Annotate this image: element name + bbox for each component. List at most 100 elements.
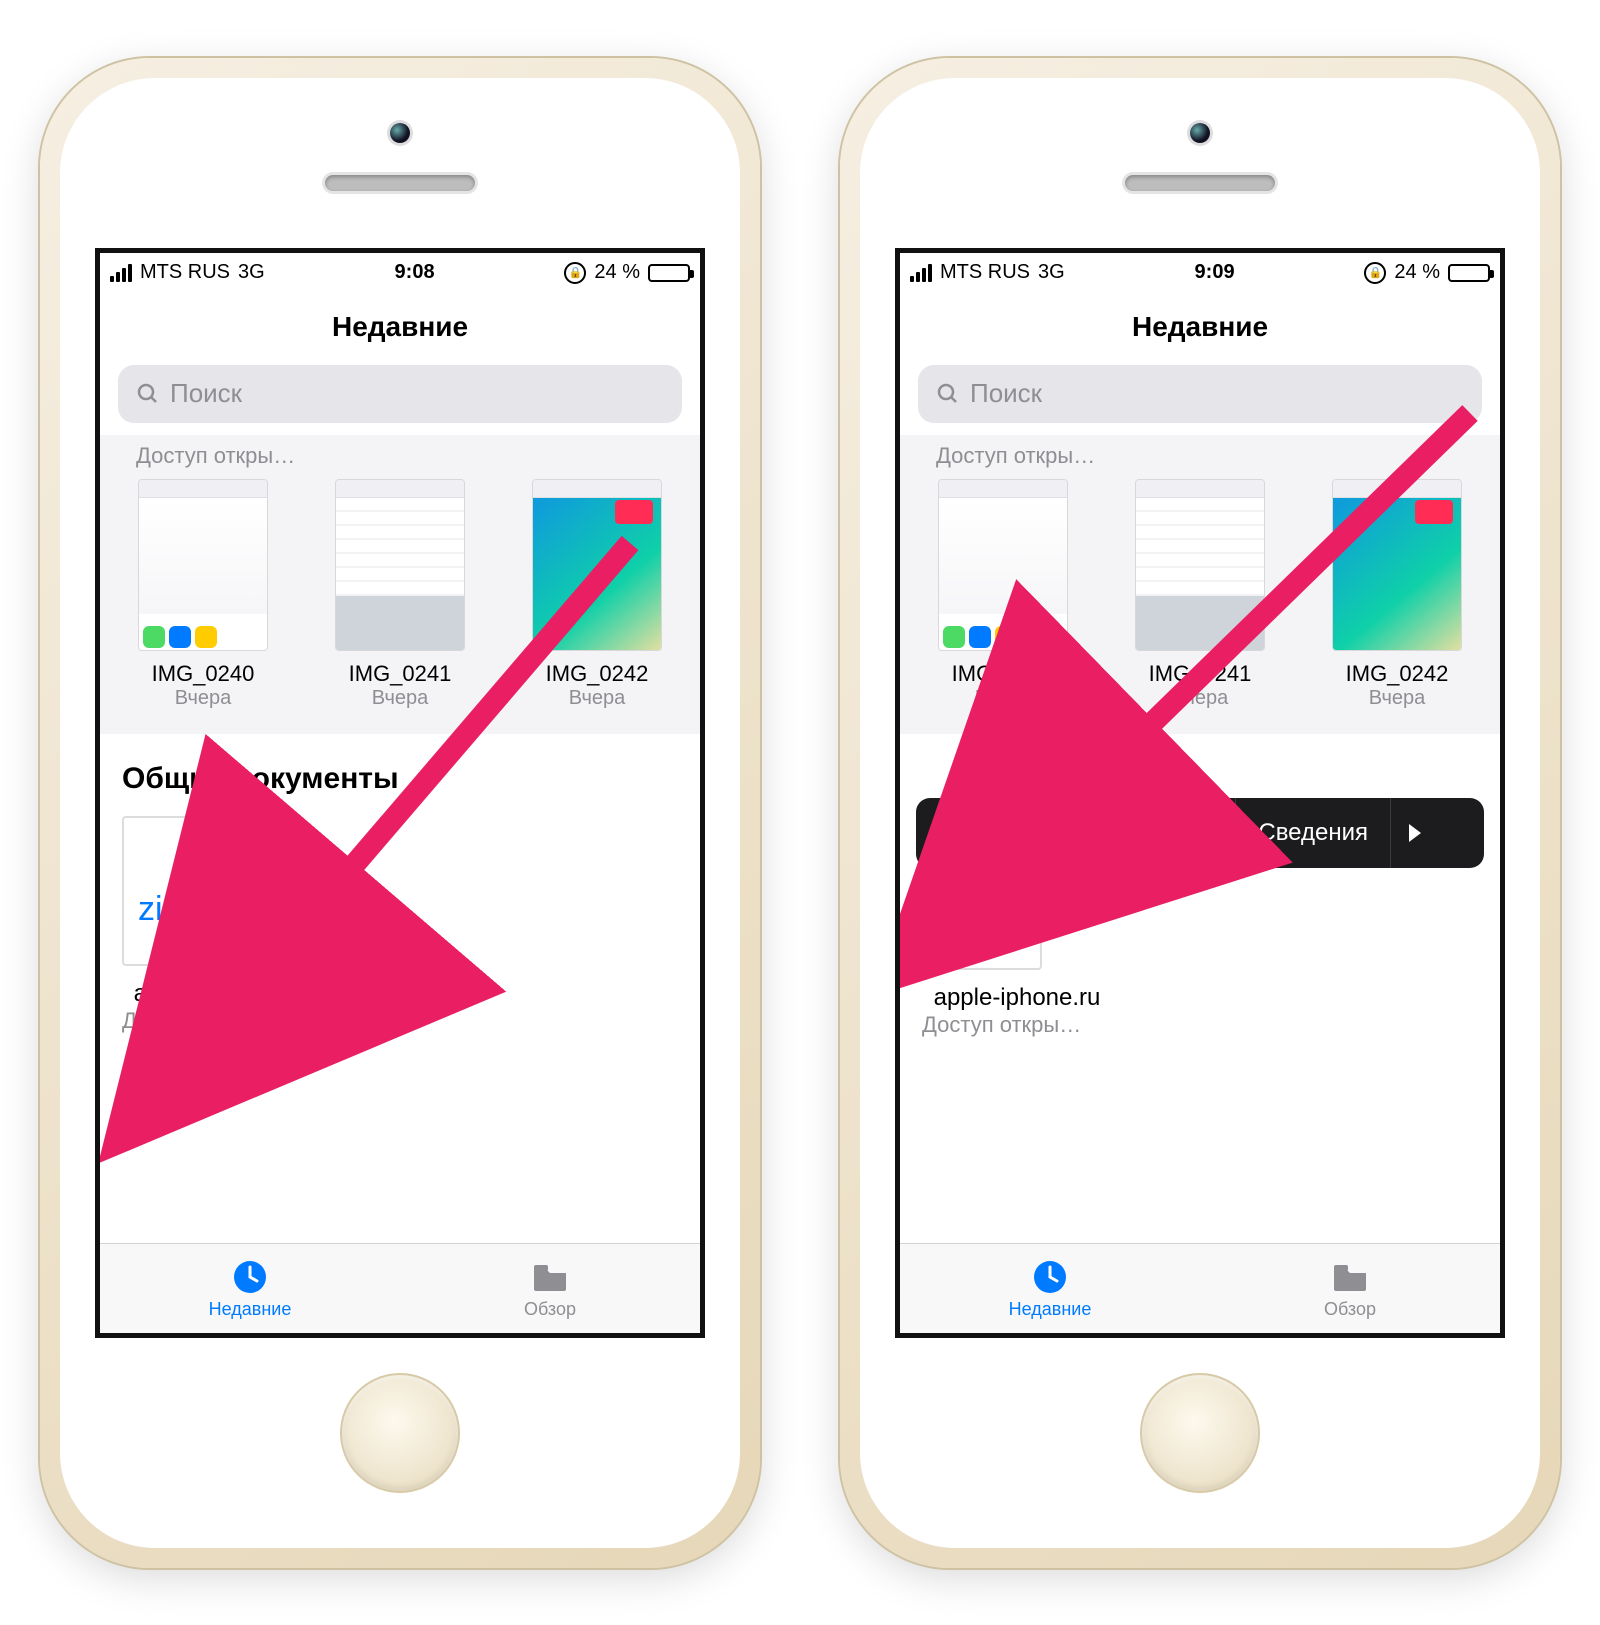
zip-file-name: apple-iphone.ru [922,984,1112,1013]
recent-row[interactable]: IMG_0240 Вчера IMG_0241 Вчера IMG_0242 В… [114,479,686,710]
ctx-info[interactable]: Сведения [1236,798,1391,868]
zip-file-subtext: Доступ откры… [122,1008,678,1034]
folder-icon [530,1257,570,1297]
ctx-next-arrow[interactable] [1391,798,1439,868]
network-label: 3G [1038,261,1065,284]
file-date: Вчера [311,687,489,710]
triangle-right-icon [1407,822,1423,844]
tab-recent[interactable]: Недавние [900,1244,1200,1333]
recent-item-0[interactable]: IMG_0240 Вчера [914,479,1092,710]
tab-browse-label: Обзор [524,1299,576,1320]
file-name: IMG_0242 [1308,661,1486,687]
carrier-label: MTS RUS [140,261,230,284]
thumbnail-icon [335,479,465,651]
search-input[interactable]: Поиск [918,365,1482,423]
file-name: IMG_0242 [508,661,686,687]
iphone-device-left: MTS RUS 3G 9:08 🔒 24 % Недавние Поиск До… [40,58,760,1568]
search-icon [936,382,960,406]
recent-strip: Доступ откры… IMG_0240 Вчера IMG_0241 Вч… [900,435,1500,734]
recent-item-2[interactable]: IMG_0242 Вчера [508,479,686,710]
bezel: MTS RUS 3G 9:09 🔒 24 % Недавние Поиск До… [860,78,1540,1548]
status-left: MTS RUS 3G [910,261,1065,284]
shared-row-label: Доступ откры… [114,441,686,479]
bezel: MTS RUS 3G 9:08 🔒 24 % Недавние Поиск До… [60,78,740,1548]
status-bar: MTS RUS 3G 9:09 🔒 24 % [900,253,1500,293]
ctx-tags[interactable]: Теги [1143,798,1237,868]
recent-row[interactable]: IMG_0240 Вчера IMG_0241 Вчера IMG_0242 В… [914,479,1486,710]
thumbnail-icon [138,479,268,651]
battery-percent: 24 % [1394,261,1440,284]
front-camera [390,123,410,143]
file-date: Вчера [114,687,292,710]
status-right: 🔒 24 % [564,261,690,284]
zip-file-subtext: Доступ откры… [922,1012,1478,1038]
recent-item-0[interactable]: IMG_0240 Вчера [114,479,292,710]
zip-badge: zip [938,894,981,933]
thumbnail-icon [532,479,662,651]
recent-item-1[interactable]: IMG_0241 Вчера [1111,479,1289,710]
file-date: Вчера [1111,687,1289,710]
recent-item-1[interactable]: IMG_0241 Вчера [311,479,489,710]
home-button[interactable] [1140,1373,1260,1493]
battery-percent: 24 % [594,261,640,284]
thumbnail-icon [1135,479,1265,651]
clock: 9:08 [395,261,435,284]
tab-browse[interactable]: Обзор [400,1244,700,1333]
device-top-hardware [60,78,740,248]
iphone-device-right: MTS RUS 3G 9:09 🔒 24 % Недавние Поиск До… [840,58,1560,1568]
file-name: IMG_0240 [914,661,1092,687]
rotation-lock-icon: 🔒 [1364,262,1386,284]
file-date: Вчера [1308,687,1486,710]
file-name: IMG_0241 [311,661,489,687]
search-icon [136,382,160,406]
clock-icon [1030,1257,1070,1297]
screen: MTS RUS 3G 9:09 🔒 24 % Недавние Поиск До… [895,248,1505,1338]
zip-file-item[interactable]: zip apple-iphone.ru [122,816,312,1009]
folder-icon [1330,1257,1370,1297]
carrier-label: MTS RUS [940,261,1030,284]
shared-docs-area: zip apple-iphone.ru Доступ откры… [100,816,700,1055]
section-shared-docs: Общие документы [100,734,700,816]
network-label: 3G [238,261,265,284]
thumbnail-icon [1332,479,1462,651]
search-input[interactable]: Поиск [118,365,682,423]
page-title: Недавние [100,293,700,365]
tab-recent-label: Недавние [209,1299,292,1320]
earpiece-speaker [1125,175,1275,191]
zip-file-icon: zip [122,816,242,966]
tab-recent[interactable]: Недавние [100,1244,400,1333]
tab-browse-label: Обзор [1324,1299,1376,1320]
tab-browse[interactable]: Обзор [1200,1244,1500,1333]
tab-recent-label: Недавние [1009,1299,1092,1320]
status-bar: MTS RUS 3G 9:08 🔒 24 % [100,253,700,293]
file-date: Вчера [914,687,1092,710]
recent-strip: Доступ откры… IMG_0240 Вчера IMG_0241 Вч… [100,435,700,734]
page-title: Недавние [900,293,1500,365]
clock: 9:09 [1195,261,1235,284]
screen: MTS RUS 3G 9:08 🔒 24 % Недавние Поиск До… [95,248,705,1338]
recent-item-2[interactable]: IMG_0242 Вчера [1308,479,1486,710]
front-camera [1190,123,1210,143]
ctx-share[interactable]: Поделиться [965,798,1143,868]
status-right: 🔒 24 % [1364,261,1490,284]
search-placeholder: Поиск [970,378,1042,409]
context-menu-caret [992,867,1020,883]
context-menu: Поделиться Теги Сведения [916,798,1484,868]
thumbnail-icon [938,479,1068,651]
signal-icon [910,264,932,282]
signal-icon [110,264,132,282]
search-placeholder: Поиск [170,378,242,409]
home-button[interactable] [340,1373,460,1493]
file-name: IMG_0240 [114,661,292,687]
zip-file-name: apple-iphone.ru [122,980,312,1009]
triangle-left-icon [932,822,948,844]
earpiece-speaker [325,175,475,191]
battery-icon [648,264,690,282]
clock-icon [230,1257,270,1297]
device-top-hardware [860,78,1540,248]
status-left: MTS RUS 3G [110,261,265,284]
ctx-prev-arrow[interactable] [916,798,965,868]
zip-badge: zip [138,890,181,929]
shared-row-label: Доступ откры… [914,441,1486,479]
file-date: Вчера [508,687,686,710]
